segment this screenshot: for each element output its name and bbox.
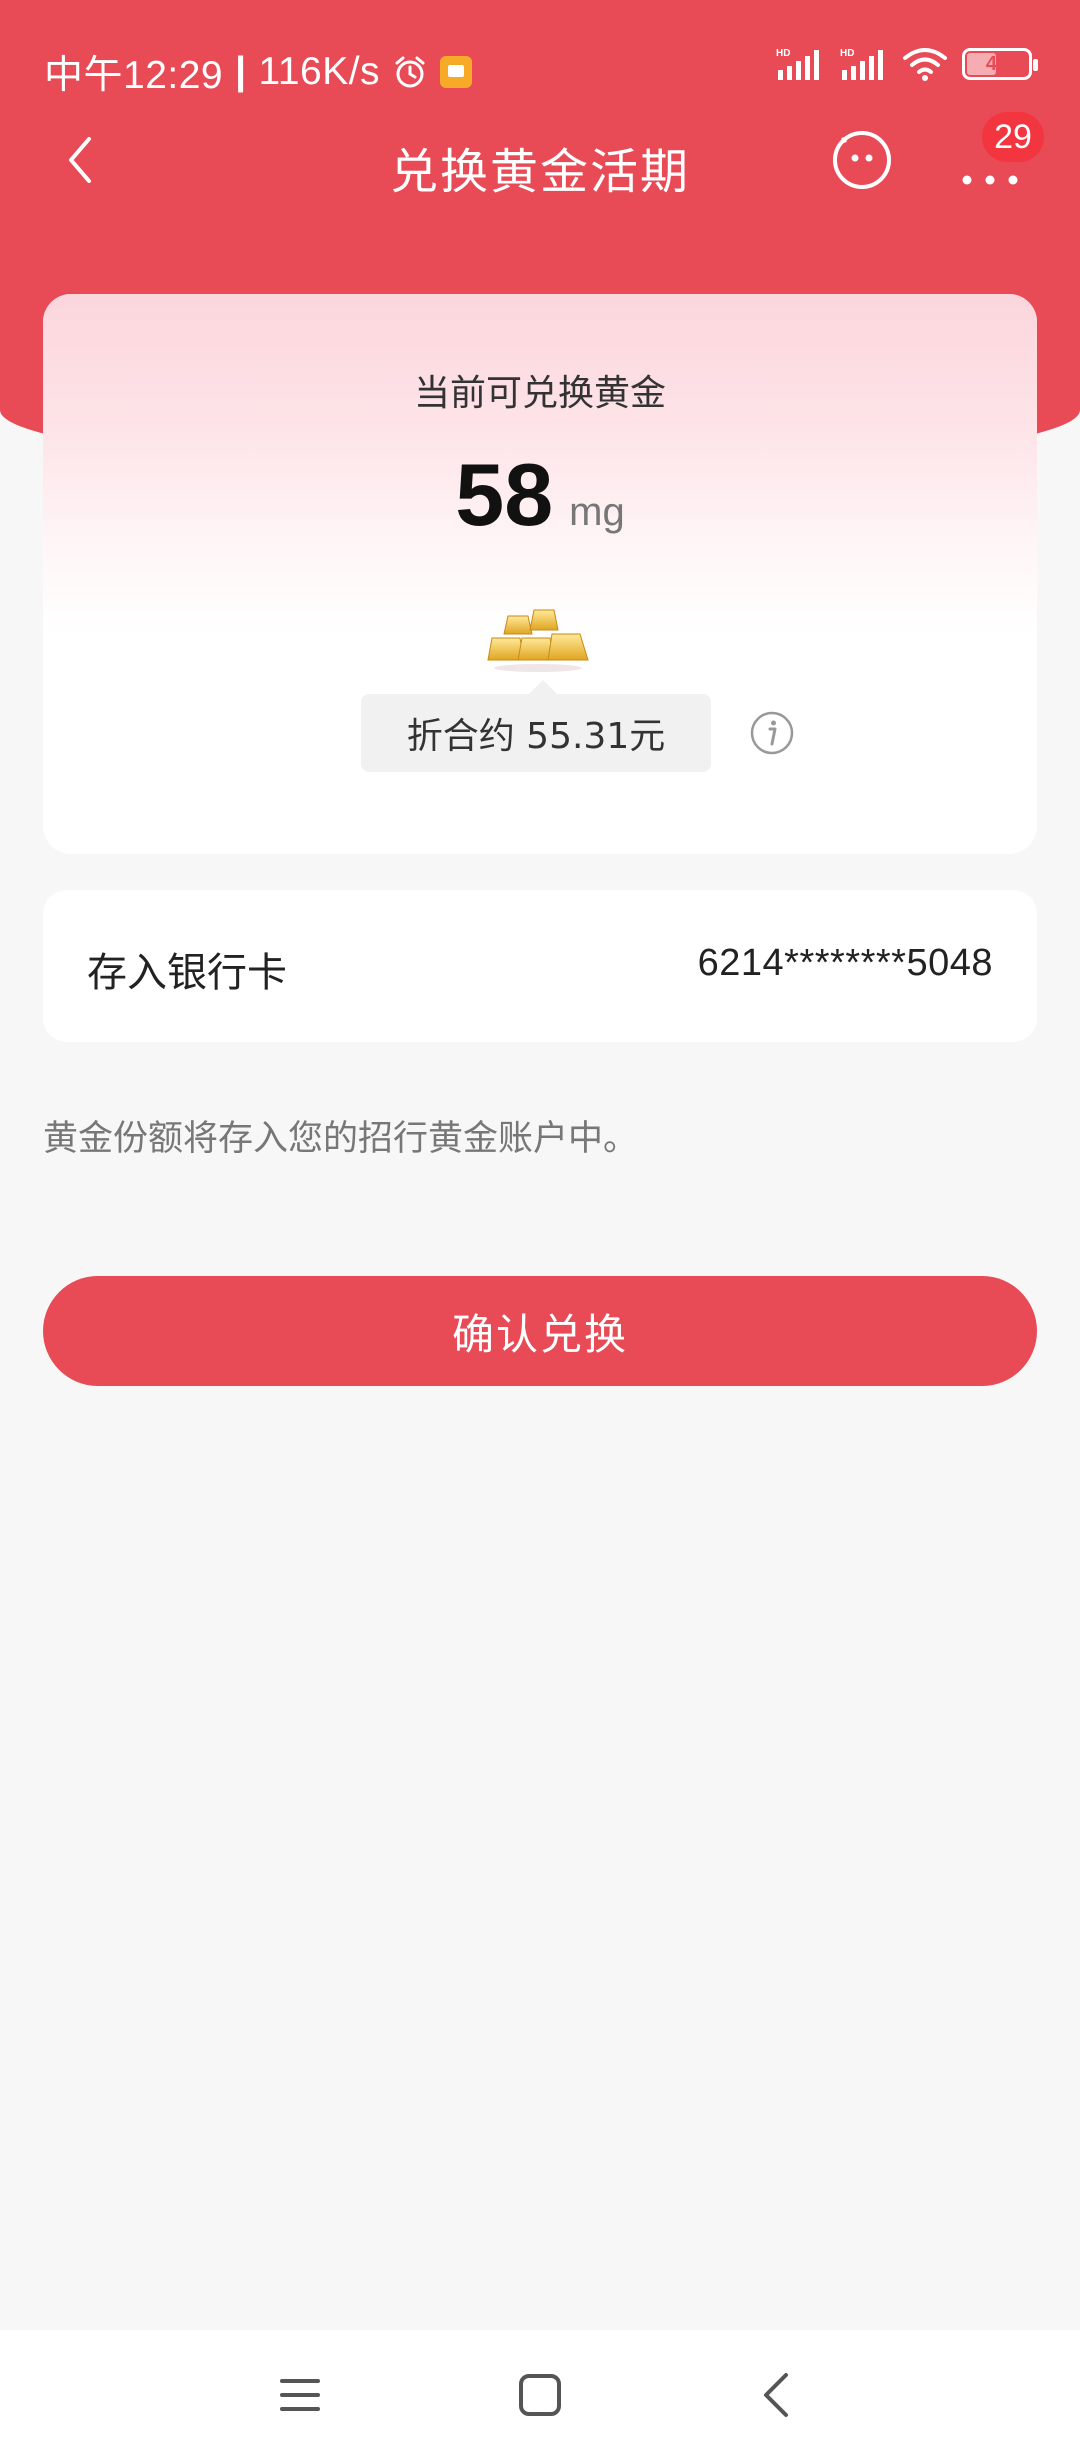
status-right: HD HD 41 <box>774 46 1038 82</box>
gold-card: 当前可兑换黄金 58 mg 折合约 55.31元 <box>43 294 1037 854</box>
wifi-icon <box>903 48 947 81</box>
app-notification-icon <box>440 56 473 88</box>
info-icon[interactable] <box>749 710 795 756</box>
hd-signal-icon: HD <box>776 48 819 80</box>
battery-icon: 41 <box>962 48 1038 80</box>
svg-text:HD: HD <box>840 48 854 59</box>
svg-text:HD: HD <box>776 48 790 59</box>
smiley-service-icon <box>833 131 891 189</box>
back-icon[interactable] <box>748 2365 808 2425</box>
hd-signal-icon-2: HD <box>840 48 883 80</box>
exchangeable-gold-label: 当前可兑换黄金 <box>413 373 666 414</box>
nav-bar: 兑换黄金活期 <box>0 110 1080 210</box>
notification-badge: 29 <box>982 112 1044 162</box>
menu-icon[interactable] <box>270 2365 330 2425</box>
alarm-icon <box>395 56 425 88</box>
gold-bars-icon <box>487 609 589 672</box>
status-divider: | <box>235 50 247 93</box>
home-icon[interactable] <box>510 2365 570 2425</box>
amount-row: 58 mg <box>43 444 1037 546</box>
bank-card-number: 6214********5048 <box>697 942 993 984</box>
deposit-note: 黄金份额将存入您的招行黄金账户中。 <box>43 1119 639 1159</box>
customer-service-button[interactable] <box>830 128 894 192</box>
status-left: 中午12:29 | 116K/s <box>44 44 473 100</box>
confirm-exchange-button[interactable]: 确认兑换 <box>43 1276 1037 1386</box>
system-navigation-bar <box>0 2330 1080 2460</box>
battery-level: 41 <box>985 52 1009 75</box>
equivalent-value: 折合约 55.31元 <box>361 680 711 772</box>
deposit-bank-card-row[interactable]: 存入银行卡 6214********5048 <box>43 890 1037 1042</box>
gold-amount: 58 <box>455 445 554 544</box>
deposit-bank-card-label: 存入银行卡 <box>87 950 287 996</box>
page-title: 兑换黄金活期 <box>389 144 690 200</box>
status-time: 中午12:29 <box>44 54 224 97</box>
status-net-speed: 116K/s <box>258 50 381 93</box>
gold-unit: mg <box>569 490 625 534</box>
